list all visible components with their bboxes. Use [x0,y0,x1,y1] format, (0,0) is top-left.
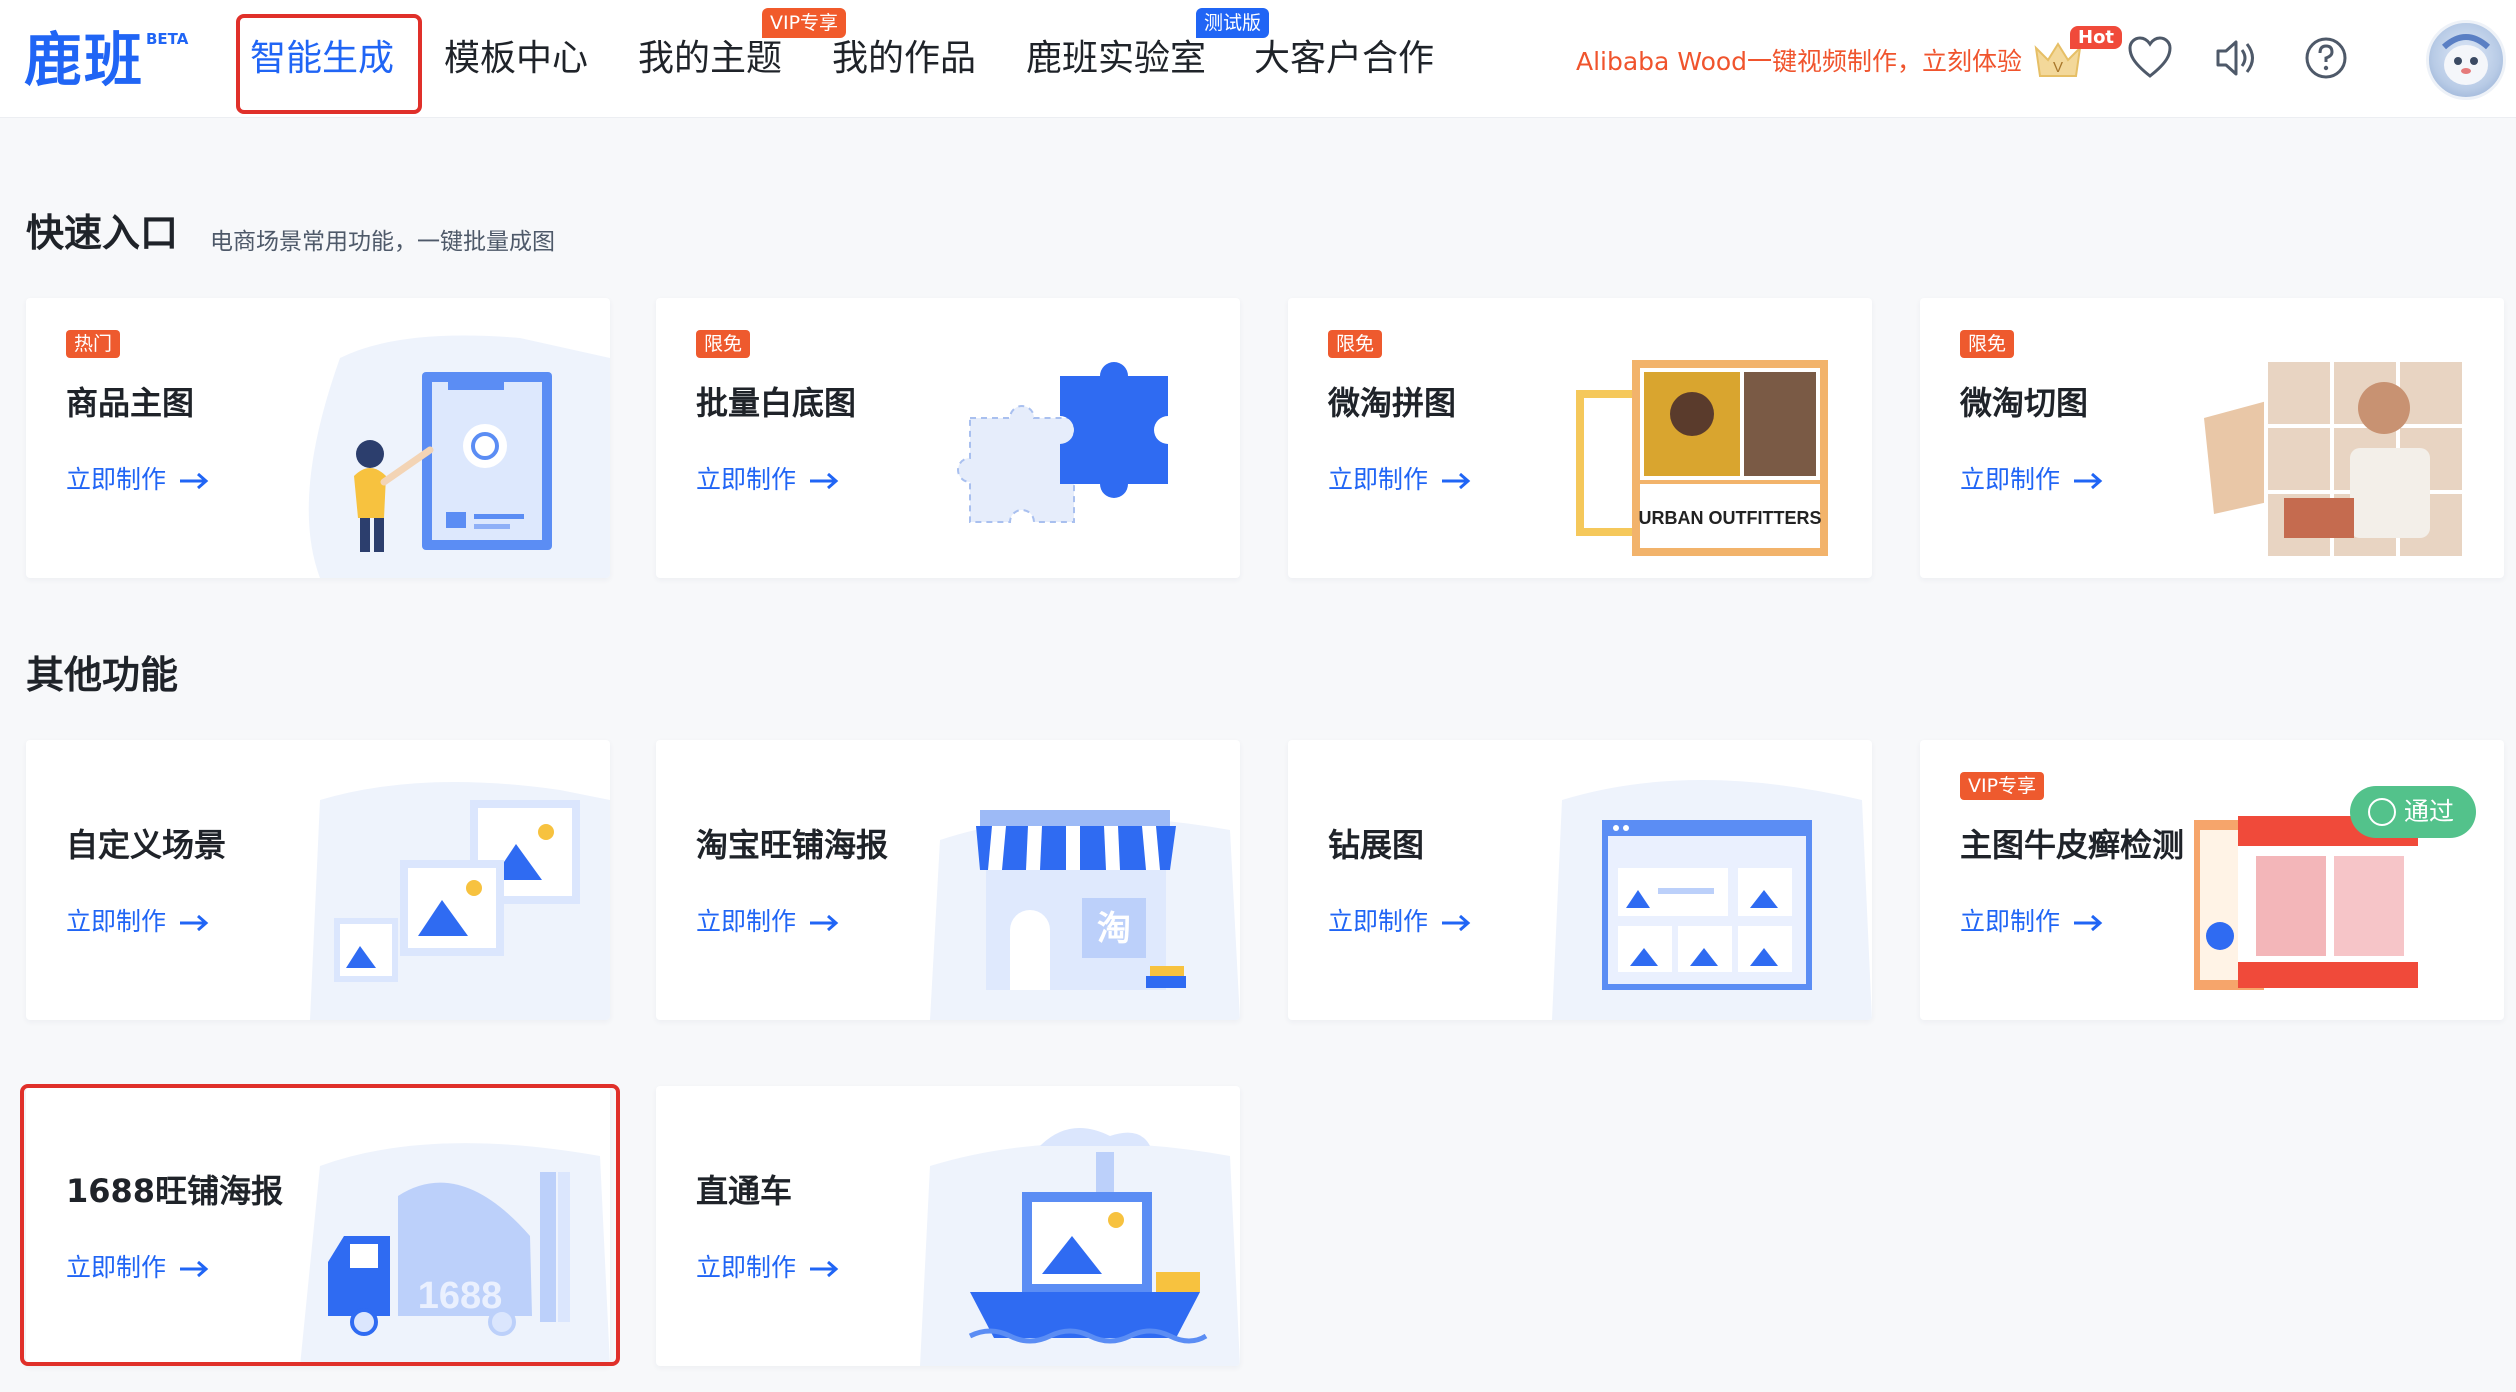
other-functions-title: 其他功能 [26,653,179,697]
make-now-link[interactable]: 立即制作 [1328,460,1472,496]
quick-entry-title: 快速入口 [26,211,179,255]
nav-lab[interactable]: 鹿班实验室 [1026,34,1206,84]
check-circle-icon [2368,798,2396,826]
heart-icon[interactable] [2122,30,2178,86]
make-now-label: 立即制作 [66,465,167,494]
collage-illustration: URBAN OUTFITTERS [1576,360,1828,556]
make-now-link[interactable]: 立即制作 [696,902,840,938]
make-now-label: 立即制作 [1328,465,1429,494]
card-title: 主图牛皮癣检测 [1960,826,2185,864]
card-diamond-booth[interactable]: 钻展图 立即制作 [1288,740,1872,1020]
selected-card-highlight [20,1084,620,1366]
booth-illustration [1552,780,1872,1020]
card-title: 商品主图 [66,384,195,422]
arrow-right-icon [1442,472,1471,490]
logo-text: 鹿班 [24,26,145,94]
product-ad-illustration [2194,816,2418,990]
crown-letter: V [2053,59,2063,76]
nav-my-works[interactable]: 我的作品 [832,34,976,84]
card-title: 微淘切图 [1960,384,2089,422]
store-illustration: 淘 [930,810,1240,1020]
slice-illustration [2204,358,2466,560]
make-now-link[interactable]: 立即制作 [696,460,840,496]
avatar[interactable] [2426,20,2506,100]
arrow-right-icon [810,1260,839,1278]
make-now-link[interactable]: 立即制作 [66,902,210,938]
tag-free: 限免 [696,330,751,358]
make-now-label: 立即制作 [1960,465,2061,494]
card-title: 批量白底图 [696,384,857,422]
arrow-right-icon [810,472,839,490]
card-weitao-collage[interactable]: 限免 微淘拼图 立即制作 URBAN OUTFITTERS [1288,298,1872,578]
promo-link[interactable]: Alibaba Wood一键视频制作，立刻体验 [1576,42,2022,78]
make-now-link[interactable]: 立即制作 [1960,902,2104,938]
ship-illustration [920,1128,1240,1366]
product-main-illustration [308,335,610,578]
card-product-main-image[interactable]: 热门 商品主图 立即制作 [26,298,610,578]
make-now-label: 立即制作 [696,465,797,494]
tag-hot: 热门 [66,330,121,358]
nav-smart-generate[interactable]: 智能生成 [250,34,394,84]
arrow-right-icon [810,914,839,932]
arrow-right-icon [2074,472,2103,490]
card-weitao-slice[interactable]: 限免 微淘切图 立即制作 [1920,298,2504,578]
make-now-label: 立即制作 [1960,907,2061,936]
card-title: 自定义场景 [66,826,227,864]
card-title: 微淘拼图 [1328,384,1457,422]
arrow-right-icon [2074,914,2103,932]
tag-vip-exclusive: VIP专享 [1960,772,2045,800]
make-now-link[interactable]: 立即制作 [696,1248,840,1284]
card-main-image-spam-check[interactable]: VIP专享 主图牛皮癣检测 立即制作 [1920,740,2504,1020]
quick-entry-subtitle: 电商场景常用功能，一键批量成图 [210,229,555,255]
make-now-label: 立即制作 [696,1253,797,1282]
nav-enterprise[interactable]: 大客户合作 [1254,34,1434,84]
arrow-right-icon [1442,914,1471,932]
make-now-link[interactable]: 立即制作 [1960,460,2104,496]
make-now-link[interactable]: 立即制作 [66,460,210,496]
beta-badge: BETA [146,30,189,48]
make-now-label: 立即制作 [66,907,167,936]
help-icon[interactable] [2298,30,2354,86]
puzzle-illustration [957,362,1168,523]
pass-status-badge: 通过 [2350,786,2476,838]
custom-scene-illustration [310,782,610,1020]
make-now-link[interactable]: 立即制作 [1328,902,1472,938]
store-sign-text: 淘 [1097,909,1131,949]
card-taobao-store-poster[interactable]: 淘宝旺铺海报 立即制作 淘 [656,740,1240,1020]
pass-status-label: 通过 [2404,797,2455,826]
collage-brand-text: URBAN OUTFITTERS [1639,508,1822,528]
hot-badge: Hot [2070,26,2123,49]
card-title: 淘宝旺铺海报 [696,826,889,864]
make-now-label: 立即制作 [1328,907,1429,936]
tag-free: 限免 [1960,330,2015,358]
card-custom-scene[interactable]: 自定义场景 立即制作 [26,740,610,1020]
card-title: 钻展图 [1328,826,1425,864]
speaker-icon[interactable] [2208,30,2264,86]
logo[interactable]: 鹿班 BETA [24,26,188,94]
make-now-label: 立即制作 [696,907,797,936]
tag-free: 限免 [1328,330,1383,358]
card-through-train[interactable]: 直通车 立即制作 [656,1086,1240,1366]
nav-template-center[interactable]: 模板中心 [444,34,588,84]
arrow-right-icon [180,472,209,490]
card-batch-white-background[interactable]: 限免 批量白底图 立即制作 [656,298,1240,578]
arrow-right-icon [180,914,209,932]
nav-my-themes[interactable]: 我的主题 [638,34,782,84]
top-header: 鹿班 BETA 智能生成 模板中心 我的主题 VIP专享 我的作品 鹿班实验室 … [0,0,2516,118]
card-title: 直通车 [696,1172,793,1210]
